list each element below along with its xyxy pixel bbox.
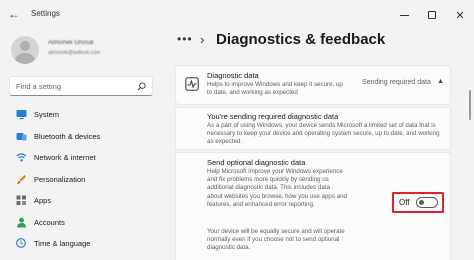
breadcrumb-overflow-button[interactable]: ••• (177, 32, 193, 46)
settings-window: ← Settings ✕ Abhishek Ghosal abhishek@ou… (0, 0, 474, 260)
optional-data-title: Send optional diagnostic data (207, 158, 306, 167)
minimize-button[interactable] (390, 0, 418, 30)
required-data-title: You're sending required diagnostic data (207, 112, 339, 121)
sidebar-item-bluetooth[interactable]: Bluetooth & devices (0, 126, 160, 148)
optional-data-toggle[interactable] (416, 197, 438, 208)
user-email: abhishek@outlook.com (48, 50, 101, 56)
diagnostic-data-title: Diagnostic data (207, 71, 259, 80)
user-name: Abhishek Ghosal (48, 40, 94, 46)
avatar[interactable] (11, 36, 39, 64)
sidebar-item-label: Personalization (34, 174, 86, 184)
diagnostic-data-description: Helps to improve Windows and keep it sec… (207, 81, 343, 96)
sidebar-item-network[interactable]: Network & internet (0, 147, 160, 169)
monitor-icon (16, 109, 27, 120)
search-icon[interactable] (137, 82, 146, 91)
scrollbar[interactable] (469, 90, 471, 120)
maximize-button[interactable] (418, 0, 446, 30)
app-title: Settings (31, 9, 60, 18)
sidebar-item-label: System (34, 110, 60, 120)
diagnostic-data-status: Sending required data (362, 79, 431, 86)
required-data-description: As a part of using Windows, your device … (207, 122, 440, 145)
close-button[interactable]: ✕ (446, 0, 474, 30)
diagnostic-data-expander[interactable]: Diagnostic data Helps to improve Windows… (175, 65, 451, 105)
sidebar-item-label: Time & language (34, 239, 91, 249)
minimize-icon (399, 14, 409, 16)
sidebar-item-label: Bluetooth & devices (34, 131, 101, 141)
optional-data-description: Help Microsoft improve your Windows expe… (207, 168, 347, 208)
sidebar-item-label: Network & internet (34, 153, 96, 163)
toggle-state-label: Off (399, 198, 410, 207)
toggle-knob (419, 200, 424, 205)
optional-data-section: Send optional diagnostic data Help Micro… (175, 152, 451, 260)
sidebar-item-time-language[interactable]: Time & language (0, 233, 160, 255)
sidebar-item-label: Apps (34, 196, 52, 206)
chevron-up-icon[interactable]: ▲ (437, 78, 444, 85)
optional-data-toggle-highlight: Off (392, 192, 444, 213)
apps-icon (16, 195, 27, 206)
close-icon: ✕ (455, 9, 465, 22)
globe-clock-icon (16, 238, 27, 249)
page-title: Diagnostics & feedback (216, 31, 386, 48)
chart-pulse-icon (185, 77, 199, 91)
chevron-right-icon: › (200, 32, 205, 47)
window-controls: ✕ (390, 0, 474, 30)
search-input[interactable] (16, 80, 134, 93)
maximize-icon (428, 11, 436, 19)
sidebar-item-accounts[interactable]: Accounts (0, 212, 160, 234)
sidebar-nav: System Bluetooth & devices Network & int… (0, 104, 160, 255)
sidebar-item-label: Accounts (34, 217, 65, 227)
title-bar: ← Settings ✕ (0, 0, 474, 30)
search-box[interactable] (9, 76, 153, 96)
person-icon (16, 217, 27, 228)
brush-icon (16, 174, 27, 185)
sidebar-item-apps[interactable]: Apps (0, 190, 160, 212)
network-icon (16, 152, 27, 163)
required-data-section: You're sending required diagnostic data … (175, 107, 451, 150)
bluetooth-icon (16, 131, 27, 142)
sidebar-item-personalization[interactable]: Personalization (0, 169, 160, 191)
sidebar-item-system[interactable]: System (0, 104, 160, 126)
optional-data-note: Your device will be equally secure and w… (207, 228, 345, 252)
back-arrow-icon[interactable]: ← (8, 7, 20, 21)
